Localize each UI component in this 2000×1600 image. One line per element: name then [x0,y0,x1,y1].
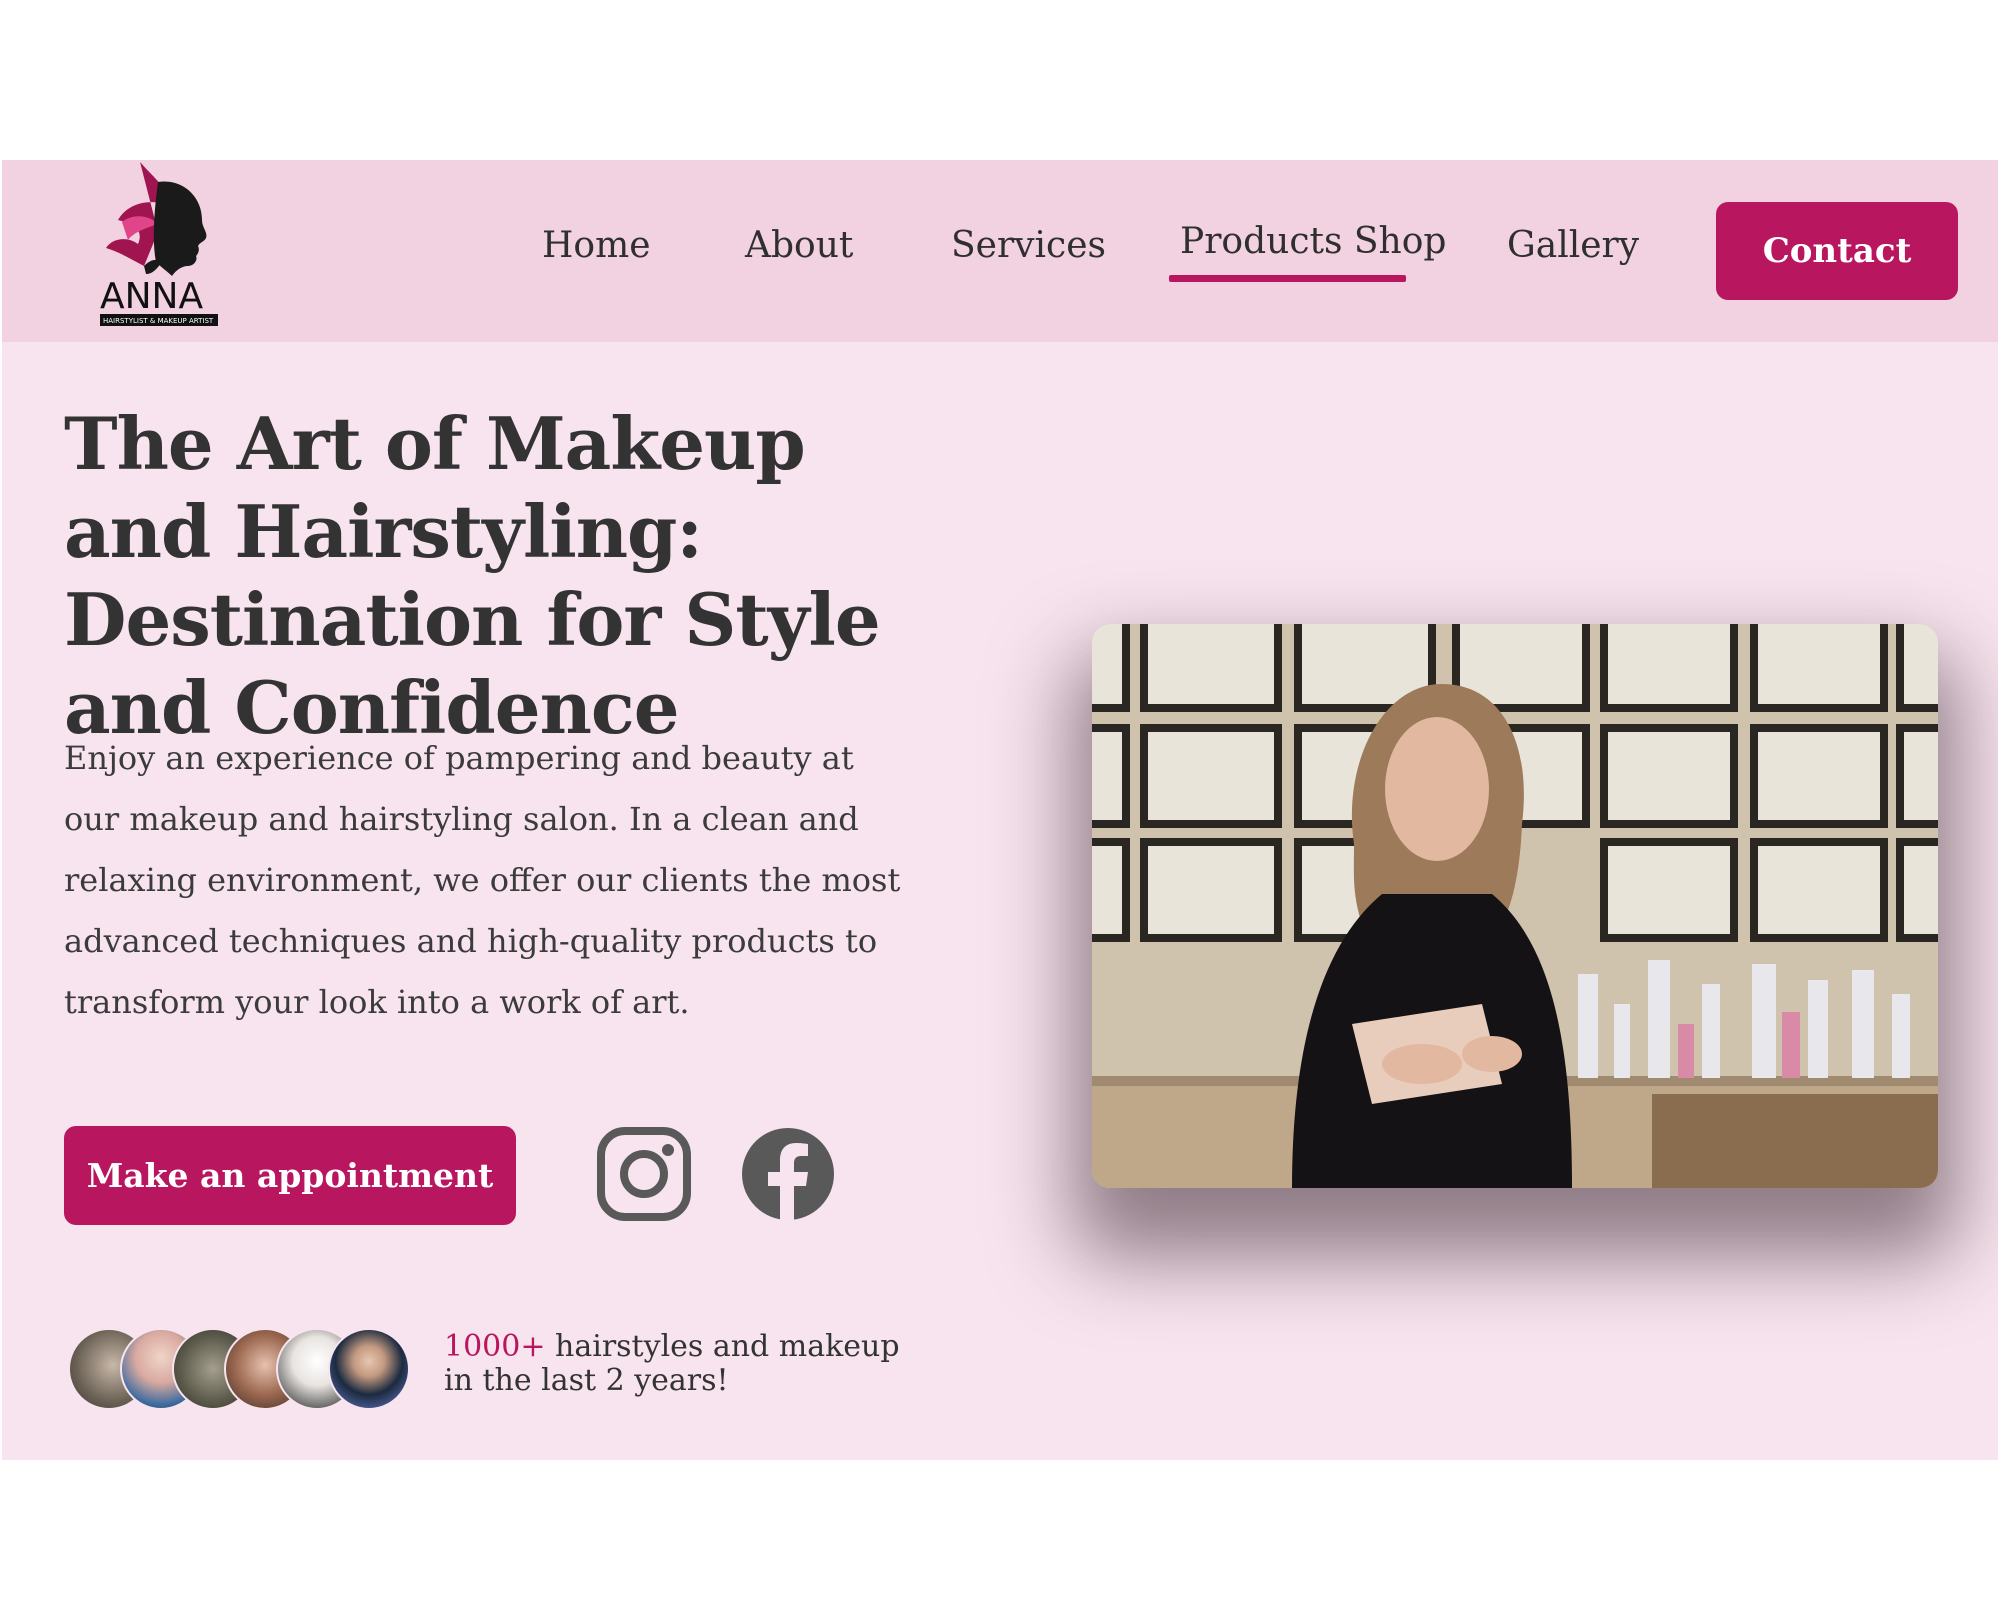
hero-title: The Art of Makeup and Hairstyling: Desti… [64,401,881,750]
brand-logo[interactable]: ANNA HAIRSTYLIST & MAKEUP ARTIST [98,162,228,330]
page-frame: ANNA HAIRSTYLIST & MAKEUP ARTIST Home Ab… [2,160,1998,1460]
instagram-icon[interactable] [596,1126,692,1222]
contact-button[interactable]: Contact [1716,202,1958,300]
client-avatars [68,1328,418,1410]
logo-tagline: HAIRSTYLIST & MAKEUP ARTIST [103,317,214,325]
nav-active-indicator [1169,275,1406,282]
stats-count: 1000+ [444,1329,546,1364]
navbar: ANNA HAIRSTYLIST & MAKEUP ARTIST Home Ab… [2,160,1998,342]
avatar [328,1328,410,1410]
make-appointment-button[interactable]: Make an appointment [64,1126,516,1225]
nav-about[interactable]: About [745,224,853,267]
stats-caption: 1000+ hairstyles and makeup in the last … [444,1330,924,1398]
facebook-icon[interactable] [740,1126,836,1222]
nav-products-shop[interactable]: Products Shop [1180,220,1446,263]
nav-services[interactable]: Services [951,224,1106,267]
stylist-portrait-photo [1092,624,1938,1188]
nav-home[interactable]: Home [542,224,651,267]
hero-description: Enjoy an experience of pampering and bea… [64,739,901,1021]
logo-wordmark: ANNA [100,276,203,317]
nav-gallery[interactable]: Gallery [1507,224,1639,267]
